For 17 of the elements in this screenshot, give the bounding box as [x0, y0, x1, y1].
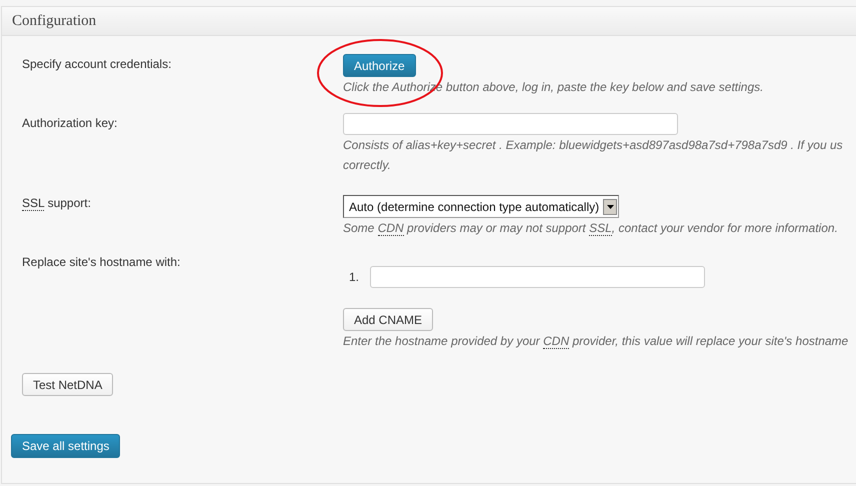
- input-field[interactable]: [370, 266, 706, 288]
- dropdown[interactable]: Auto (determine connection type automatically): [343, 195, 620, 218]
- field-label: SSL support:: [22, 195, 92, 213]
- hint-text: Consists of alias+key+secret . Example: bluewidgets+asd897asd98a7sd+798a7sd9 . If you us: [343, 137, 843, 154]
- hint-text: Some CDN providers may or may not support SSL, contact your vendor for more information.: [343, 220, 838, 238]
- field-label: Specify account credentials:: [22, 56, 172, 73]
- input-field[interactable]: [343, 113, 678, 135]
- add-cname-button[interactable]: Add CNAME: [343, 308, 434, 331]
- hint-text: correctly.: [343, 157, 391, 174]
- authorize-button[interactable]: Authorize: [343, 54, 416, 77]
- save-button[interactable]: Save all settings: [11, 434, 120, 458]
- field-label: Authorization key:: [22, 115, 118, 132]
- field-label: Replace site's hostname with:: [22, 254, 182, 271]
- list-number: 1.: [349, 270, 360, 284]
- hint-text: Enter the hostname provided by your CDN provider, this value will replace your site's hostname: [343, 333, 848, 351]
- panel-title: Configuration: [12, 12, 96, 30]
- test-button[interactable]: Test NetDNA: [22, 373, 114, 396]
